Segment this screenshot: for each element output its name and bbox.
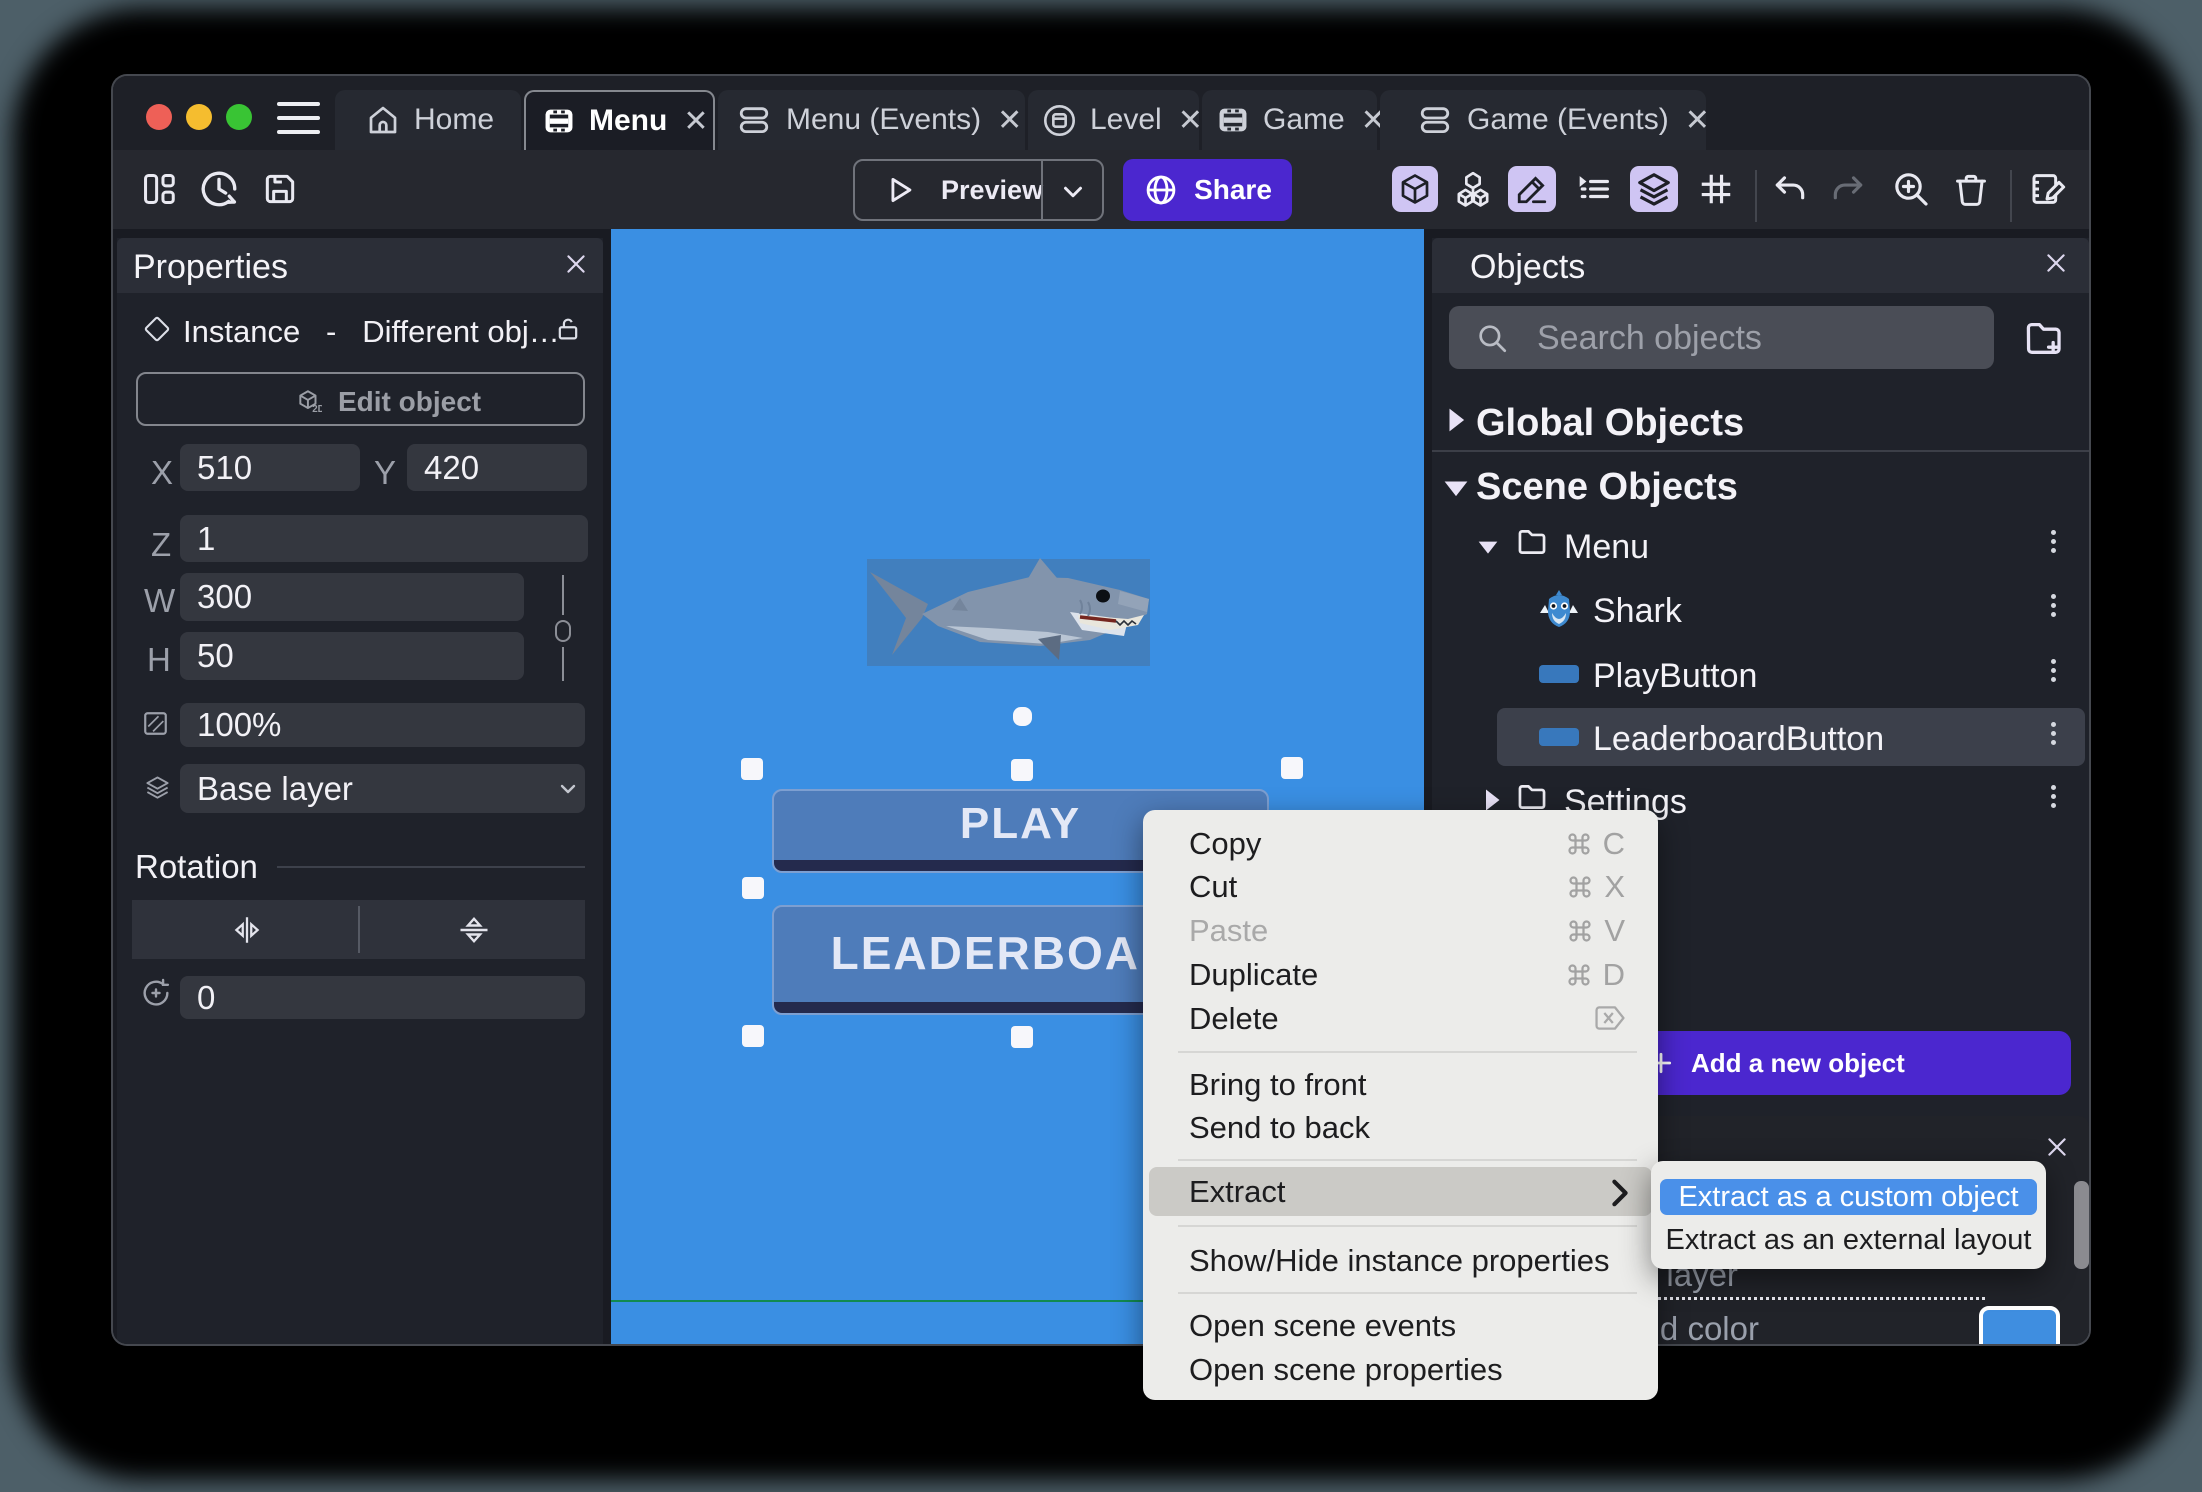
- svg-text:2D: 2D: [312, 404, 322, 414]
